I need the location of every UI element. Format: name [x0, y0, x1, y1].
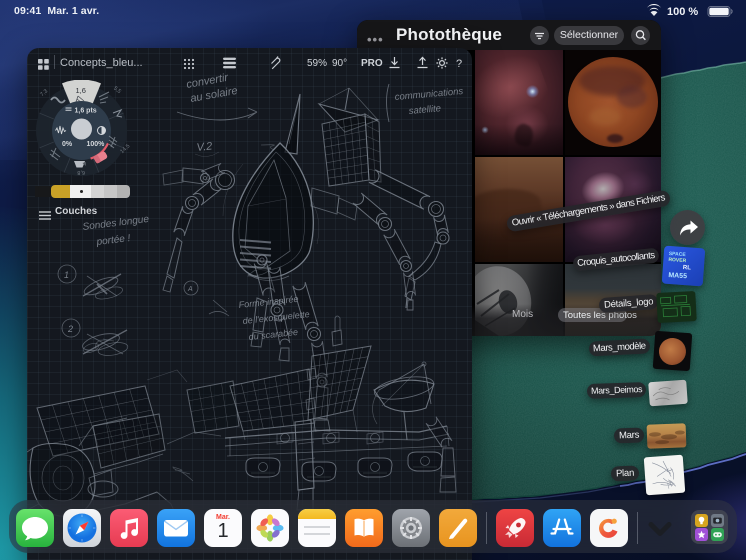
svg-text:A: A [187, 286, 193, 293]
svg-text:1: 1 [64, 270, 69, 280]
svg-text:1,6: 1,6 [76, 86, 86, 95]
svg-text:satellite: satellite [408, 103, 441, 117]
svg-text:du scarabée: du scarabée [248, 327, 298, 342]
svg-text:Forme inspirée: Forme inspirée [238, 294, 299, 310]
svg-text:V.2: V.2 [196, 140, 213, 154]
svg-text:communications: communications [394, 86, 464, 103]
svg-text:MA55: MA55 [668, 272, 687, 280]
svg-text:6,8: 6,8 [77, 169, 85, 175]
svg-text:1,6 pts: 1,6 pts [75, 108, 97, 115]
svg-text:portée !: portée ! [95, 233, 131, 248]
svg-text:100%: 100% [87, 141, 106, 148]
svg-text:RL: RL [683, 265, 692, 272]
svg-text:0%: 0% [62, 141, 73, 148]
svg-text:2: 2 [67, 324, 73, 334]
svg-text:5,5: 5,5 [112, 86, 122, 95]
svg-text:7,3: 7,3 [39, 88, 49, 98]
svg-text:ROVER: ROVER [668, 257, 687, 264]
svg-text:100 %: 100 % [667, 6, 698, 18]
